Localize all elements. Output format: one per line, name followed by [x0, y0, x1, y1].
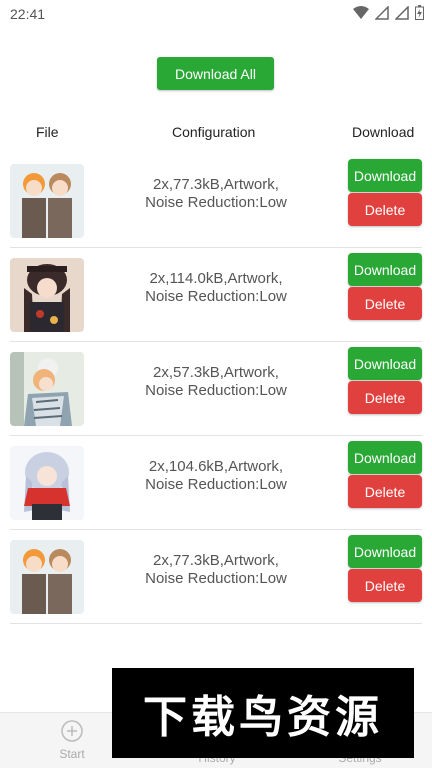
status-icons [353, 5, 424, 20]
configuration-line: 2x,104.6kB,Artwork, [148, 458, 284, 475]
download-all-button[interactable]: Download All [157, 57, 274, 90]
configuration-text: 2x,57.3kB,Artwork, Noise Reduction:Low [110, 364, 322, 400]
status-time: 22:41 [10, 6, 46, 22]
delete-button[interactable]: Delete [348, 193, 422, 226]
download-button[interactable]: Download [348, 159, 422, 192]
column-header-file: File [36, 124, 59, 140]
delete-button[interactable]: Delete [348, 381, 422, 414]
configuration-line: Noise Reduction:Low [145, 476, 287, 493]
table-row: 2x,114.0kB,Artwork, Noise Reduction:Low … [10, 248, 422, 342]
column-header-configuration: Configuration [172, 124, 256, 140]
wifi-icon [353, 5, 369, 19]
delete-button[interactable]: Delete [348, 287, 422, 320]
configuration-line: Noise Reduction:Low [145, 288, 287, 305]
download-button[interactable]: Download [348, 441, 422, 474]
watermark-banner: 下载鸟资源 [112, 668, 414, 758]
configuration-line: Noise Reduction:Low [145, 382, 287, 399]
signal-icon [395, 5, 409, 20]
thumbnail-image [10, 164, 84, 238]
configuration-text: 2x,114.0kB,Artwork, Noise Reduction:Low [110, 270, 322, 306]
thumbnail-image [10, 540, 84, 614]
download-button[interactable]: Download [348, 535, 422, 568]
delete-button[interactable]: Delete [348, 475, 422, 508]
thumbnail-image [10, 446, 84, 520]
configuration-line: 2x,114.0kB,Artwork, [149, 270, 283, 287]
table-row: 2x,57.3kB,Artwork, Noise Reduction:Low D… [10, 342, 422, 436]
configuration-text: 2x,104.6kB,Artwork, Noise Reduction:Low [110, 458, 322, 494]
nav-label-start: Start [59, 747, 85, 761]
thumbnail-image [10, 352, 84, 426]
configuration-text: 2x,77.3kB,Artwork, Noise Reduction:Low [110, 552, 322, 588]
thumbnail-image [10, 258, 84, 332]
plus-circle-icon [61, 720, 83, 742]
delete-button[interactable]: Delete [348, 569, 422, 602]
table-row: 2x,104.6kB,Artwork, Noise Reduction:Low … [10, 436, 422, 530]
configuration-line: 2x,77.3kB,Artwork, [153, 176, 279, 193]
configuration-text: 2x,77.3kB,Artwork, Noise Reduction:Low [110, 176, 322, 212]
table-row: 2x,77.3kB,Artwork, Noise Reduction:Low D… [10, 154, 422, 248]
column-header-download: Download [352, 124, 415, 140]
signal-icon [375, 5, 389, 20]
status-bar: 22:41 [0, 0, 432, 26]
configuration-line: Noise Reduction:Low [145, 570, 287, 587]
configuration-line: 2x,77.3kB,Artwork, [153, 552, 279, 569]
table-row: 2x,77.3kB,Artwork, Noise Reduction:Low D… [10, 530, 422, 624]
configuration-line: 2x,57.3kB,Artwork, [153, 364, 279, 381]
configuration-line: Noise Reduction:Low [145, 194, 287, 211]
watermark-text: 下载鸟资源 [143, 692, 383, 743]
battery-icon [415, 5, 424, 20]
download-button[interactable]: Download [348, 347, 422, 380]
download-button[interactable]: Download [348, 253, 422, 286]
